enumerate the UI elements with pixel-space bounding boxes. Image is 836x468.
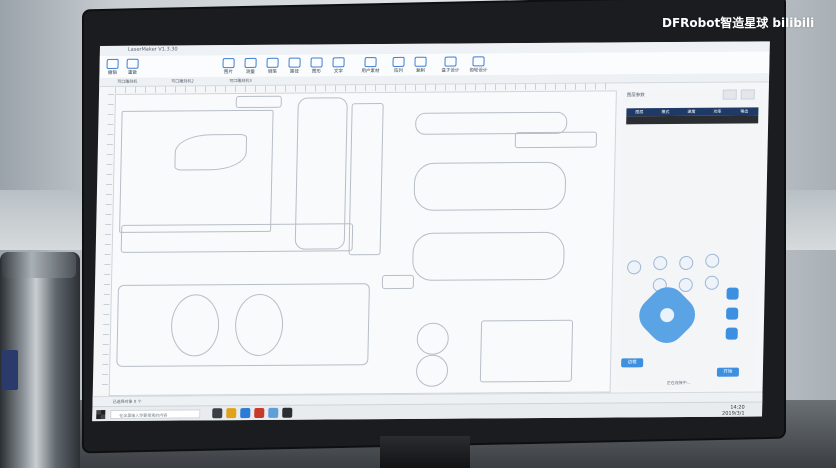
frame-button[interactable]: 边框: [621, 358, 644, 368]
box-design-button[interactable]: 盒子设计: [441, 56, 459, 74]
video-watermark: DFRobot智造星球 bilibili: [662, 16, 815, 30]
box-icon: [444, 56, 457, 67]
redo-button[interactable]: 重做: [123, 58, 141, 77]
cut-part[interactable]: [381, 274, 415, 290]
path-button[interactable]: 路径: [285, 57, 303, 76]
measure-button[interactable]: 测量: [241, 57, 259, 76]
app-icon[interactable]: [254, 407, 265, 419]
taskbar-clock: 14:20 2019/3/1: [722, 405, 745, 417]
undo-icon: [106, 58, 119, 69]
layer-panel-title: 图层参数: [626, 93, 645, 99]
cut-hole[interactable]: [415, 354, 449, 387]
thermos-lid: [2, 252, 76, 278]
design-canvas[interactable]: [108, 90, 617, 397]
layer-row[interactable]: [626, 115, 759, 125]
tab-doc-1[interactable]: 可口雕刻机: [117, 79, 137, 85]
pen-button[interactable]: 钢笔: [263, 57, 281, 76]
file-icon[interactable]: [679, 255, 694, 271]
shape-icon: [310, 57, 323, 68]
layer-col-header: 模式: [661, 109, 670, 115]
cut-part[interactable]: [120, 223, 354, 253]
folder-icon: [364, 57, 377, 68]
timer-icon[interactable]: [653, 256, 668, 271]
image-button[interactable]: 图片: [219, 58, 237, 76]
pen-icon: [266, 57, 279, 68]
cut-hole[interactable]: [416, 322, 450, 355]
robot-icon[interactable]: [705, 253, 720, 268]
move-up-button[interactable]: [726, 287, 739, 300]
shape-button[interactable]: 图形: [307, 57, 325, 75]
gear-icon: [472, 56, 485, 67]
laser-app-icon[interactable]: [268, 407, 279, 418]
thermos-label: [2, 350, 18, 390]
cut-part[interactable]: [413, 161, 567, 211]
grid-icon: [392, 56, 405, 67]
cut-part[interactable]: [411, 231, 565, 281]
copy-icon: [414, 56, 427, 67]
app-title: LaserMaker V1.3.30: [127, 46, 178, 53]
gear-design-button[interactable]: 齿轮设计: [469, 56, 487, 74]
home-icon[interactable]: [678, 277, 693, 293]
redo-icon: [126, 58, 139, 69]
monitor-screen: LaserMaker V1.3.30 撤销 重做 图片 测量 钢笔 路径 图形 …: [92, 41, 770, 422]
connection-status: 正在连接中...: [666, 379, 691, 386]
clock-date: 2019/3/1: [722, 410, 745, 417]
layer-col-header: 功率: [713, 108, 722, 114]
monitor-stand: [380, 436, 470, 468]
cut-part[interactable]: [479, 319, 574, 383]
panel-button[interactable]: [722, 89, 737, 100]
windows-start-icon[interactable]: [96, 410, 106, 420]
app-icon[interactable]: [282, 407, 293, 418]
undo-button[interactable]: 撤销: [103, 58, 121, 77]
cut-part[interactable]: [235, 95, 282, 109]
tab-doc-3[interactable]: 可口雕刻机3: [229, 78, 252, 84]
image-icon: [222, 58, 235, 69]
laser-icon[interactable]: [627, 260, 642, 275]
taskbar-search-input[interactable]: 在这里输入你要搜索的内容: [110, 409, 201, 420]
file-explorer-icon[interactable]: [226, 408, 237, 419]
start-button[interactable]: 开始: [716, 367, 740, 377]
ruler-icon: [244, 57, 257, 68]
cut-part[interactable]: [514, 131, 598, 149]
path-icon: [288, 57, 301, 68]
panel-button[interactable]: [740, 89, 755, 100]
layer-col-header: 速度: [687, 108, 696, 114]
layer-control-panel: 图层参数 图层 模式 速度 功率 输出 边框 开始 正在连接中...: [616, 89, 763, 391]
browser-icon[interactable]: [240, 408, 251, 419]
tab-doc-2[interactable]: 可口雕刻机2: [171, 78, 194, 84]
target-icon[interactable]: [704, 275, 719, 290]
user-assets-button[interactable]: 用户素材: [361, 57, 379, 75]
cut-part[interactable]: [119, 109, 274, 233]
task-view-icon[interactable]: [212, 408, 223, 419]
move-down-button[interactable]: [725, 327, 738, 340]
cut-part[interactable]: [348, 103, 384, 256]
text-icon: [332, 57, 345, 68]
array-button[interactable]: 阵列: [389, 56, 407, 75]
photo-scene: LaserMaker V1.3.30 撤销 重做 图片 测量 钢笔 路径 图形 …: [0, 0, 836, 468]
status-text: 已选择对象 0 个: [112, 398, 142, 404]
move-stop-button[interactable]: [726, 307, 739, 320]
layer-col-header: 图层: [635, 109, 644, 115]
layer-col-header: 输出: [740, 108, 749, 114]
copy-button[interactable]: 复制: [411, 56, 429, 75]
text-button[interactable]: 文字: [329, 57, 347, 75]
